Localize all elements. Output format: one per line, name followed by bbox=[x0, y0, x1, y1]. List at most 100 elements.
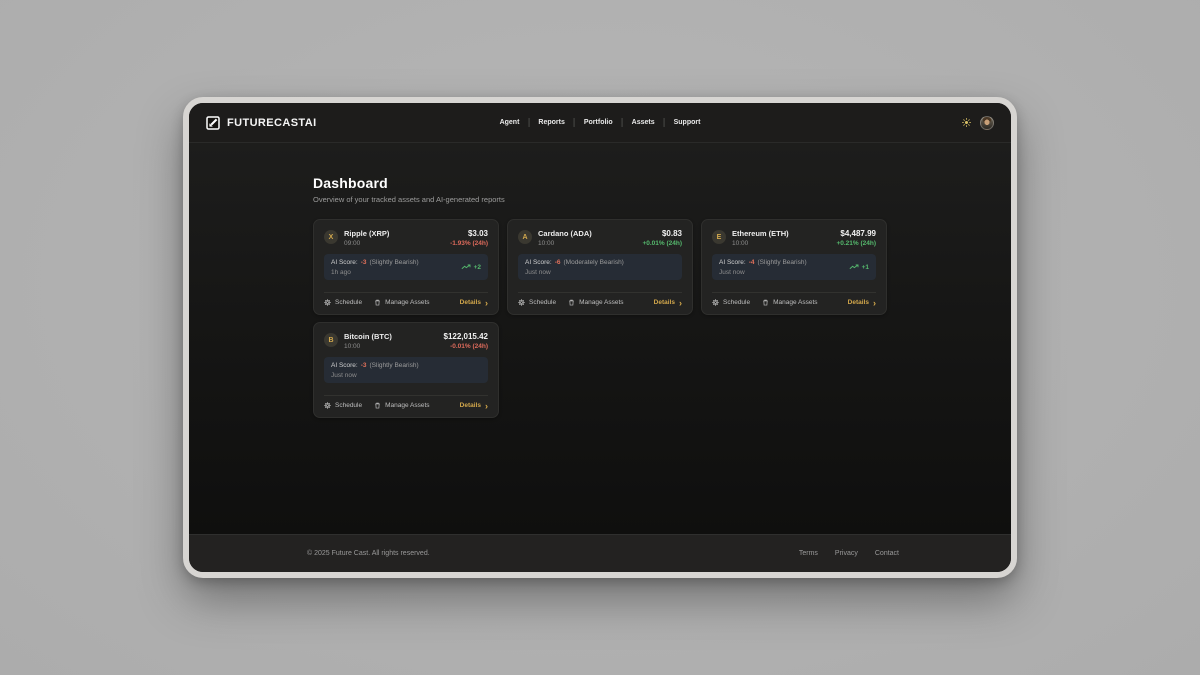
page-title: Dashboard bbox=[313, 175, 887, 191]
nav-support[interactable]: Support bbox=[674, 119, 701, 126]
footer-link-contact[interactable]: Contact bbox=[875, 550, 899, 557]
manage-assets-button[interactable]: Manage Assets bbox=[568, 299, 623, 306]
ai-score-value: -3 bbox=[361, 259, 367, 266]
asset-time: 10:00 bbox=[344, 343, 392, 350]
asset-symbol-badge: X bbox=[324, 230, 338, 244]
nav-separator bbox=[574, 118, 575, 127]
ai-sentiment: (Slightly Bearish) bbox=[370, 362, 419, 369]
details-label: Details bbox=[848, 299, 869, 306]
asset-card-ada: A Cardano (ADA) 10:00 $0.83 +0.01% (24h) bbox=[507, 219, 693, 315]
card-header: B Bitcoin (BTC) 10:00 $122,015.42 -0.01%… bbox=[324, 332, 488, 350]
chevron-right-icon: › bbox=[873, 301, 876, 305]
ai-score-label: AI Score: bbox=[525, 259, 552, 266]
card-actions: Schedule Manage Assets Details bbox=[324, 292, 488, 306]
sun-icon[interactable] bbox=[962, 118, 971, 127]
details-button[interactable]: Details › bbox=[654, 299, 682, 306]
dashboard-main: Dashboard Overview of your tracked asset… bbox=[189, 143, 1011, 534]
card-actions: Schedule Manage Assets Details bbox=[324, 395, 488, 409]
footer-link-terms[interactable]: Terms bbox=[799, 550, 818, 557]
schedule-button[interactable]: Schedule bbox=[712, 299, 750, 306]
trend-badge: +1 bbox=[849, 264, 869, 271]
card-actions: Schedule Manage Assets Details bbox=[518, 292, 682, 306]
manage-assets-button[interactable]: Manage Assets bbox=[374, 402, 429, 409]
gear-icon bbox=[324, 402, 331, 409]
asset-symbol-badge: E bbox=[712, 230, 726, 244]
asset-change: +0.21% (24h) bbox=[836, 240, 876, 247]
content-container: Dashboard Overview of your tracked asset… bbox=[313, 143, 887, 418]
schedule-button[interactable]: Schedule bbox=[324, 402, 362, 409]
asset-price: $4,487.99 bbox=[840, 229, 876, 238]
card-header: E Ethereum (ETH) 10:00 $4,487.99 +0.21% … bbox=[712, 229, 876, 247]
nav-separator bbox=[528, 118, 529, 127]
ai-score-box: AI Score: -4 (Slightly Bearish) Just now bbox=[712, 254, 876, 280]
trend-badge: +2 bbox=[461, 264, 481, 271]
asset-change: -0.01% (24h) bbox=[450, 343, 488, 350]
schedule-label: Schedule bbox=[723, 299, 750, 306]
manage-assets-label: Manage Assets bbox=[579, 299, 623, 306]
header-right bbox=[962, 116, 994, 130]
app-window: FUTURECASTAI Agent Reports Portfolio Ass… bbox=[183, 97, 1017, 578]
ai-score-value: -6 bbox=[555, 259, 561, 266]
ai-score-box: AI Score: -3 (Slightly Bearish) 1h ago bbox=[324, 254, 488, 280]
ai-sentiment: (Slightly Bearish) bbox=[758, 259, 807, 266]
footer-links: Terms Privacy Contact bbox=[799, 550, 899, 557]
trash-icon bbox=[374, 299, 381, 306]
schedule-label: Schedule bbox=[335, 299, 362, 306]
details-label: Details bbox=[654, 299, 675, 306]
details-label: Details bbox=[460, 299, 481, 306]
ai-sentiment: (Slightly Bearish) bbox=[370, 259, 419, 266]
asset-name: Ethereum (ETH) bbox=[732, 229, 789, 238]
asset-symbol-badge: A bbox=[518, 230, 532, 244]
footer-link-privacy[interactable]: Privacy bbox=[835, 550, 858, 557]
brand-name: FUTURECASTAI bbox=[227, 117, 317, 129]
card-header: A Cardano (ADA) 10:00 $0.83 +0.01% (24h) bbox=[518, 229, 682, 247]
schedule-button[interactable]: Schedule bbox=[518, 299, 556, 306]
ai-score-label: AI Score: bbox=[719, 259, 746, 266]
schedule-label: Schedule bbox=[335, 402, 362, 409]
details-button[interactable]: Details › bbox=[848, 299, 876, 306]
nav-agent[interactable]: Agent bbox=[500, 119, 520, 126]
trash-icon bbox=[374, 402, 381, 409]
nav-portfolio[interactable]: Portfolio bbox=[584, 119, 613, 126]
asset-change: -1.93% (24h) bbox=[450, 240, 488, 247]
asset-price: $3.03 bbox=[468, 229, 488, 238]
main-nav: Agent Reports Portfolio Assets Support bbox=[500, 103, 701, 142]
asset-card-grid: X Ripple (XRP) 09:00 $3.03 -1.93% (24h) bbox=[313, 219, 887, 418]
trash-icon bbox=[762, 299, 769, 306]
asset-name: Bitcoin (BTC) bbox=[344, 332, 392, 341]
nav-reports[interactable]: Reports bbox=[538, 119, 564, 126]
asset-name: Cardano (ADA) bbox=[538, 229, 592, 238]
schedule-button[interactable]: Schedule bbox=[324, 299, 362, 306]
schedule-label: Schedule bbox=[529, 299, 556, 306]
asset-price: $122,015.42 bbox=[444, 332, 489, 341]
details-button[interactable]: Details › bbox=[460, 299, 488, 306]
manage-assets-label: Manage Assets bbox=[385, 402, 429, 409]
asset-price: $0.83 bbox=[662, 229, 682, 238]
details-button[interactable]: Details › bbox=[460, 402, 488, 409]
trending-up-icon bbox=[461, 264, 471, 270]
asset-time: 09:00 bbox=[344, 240, 389, 247]
manage-assets-button[interactable]: Manage Assets bbox=[374, 299, 429, 306]
details-label: Details bbox=[460, 402, 481, 409]
brand[interactable]: FUTURECASTAI bbox=[206, 116, 317, 130]
app-footer: © 2025 Future Cast. All rights reserved.… bbox=[189, 534, 1011, 572]
ai-updated: Just now bbox=[719, 269, 807, 276]
user-avatar[interactable] bbox=[980, 116, 994, 130]
nav-separator bbox=[664, 118, 665, 127]
gear-icon bbox=[712, 299, 719, 306]
asset-symbol-badge: B bbox=[324, 333, 338, 347]
ai-updated: 1h ago bbox=[331, 269, 419, 276]
asset-time: 10:00 bbox=[732, 240, 789, 247]
asset-time: 10:00 bbox=[538, 240, 592, 247]
manage-assets-button[interactable]: Manage Assets bbox=[762, 299, 817, 306]
trending-up-icon bbox=[849, 264, 859, 270]
gear-icon bbox=[324, 299, 331, 306]
ai-score-box: AI Score: -6 (Moderately Bearish) Just n… bbox=[518, 254, 682, 280]
brand-logo-icon bbox=[206, 116, 220, 130]
app-header: FUTURECASTAI Agent Reports Portfolio Ass… bbox=[189, 103, 1011, 143]
nav-separator bbox=[622, 118, 623, 127]
nav-assets[interactable]: Assets bbox=[632, 119, 655, 126]
copyright: © 2025 Future Cast. All rights reserved. bbox=[307, 550, 430, 557]
trend-value: +2 bbox=[474, 264, 481, 271]
page-subtitle: Overview of your tracked assets and AI-g… bbox=[313, 195, 887, 204]
